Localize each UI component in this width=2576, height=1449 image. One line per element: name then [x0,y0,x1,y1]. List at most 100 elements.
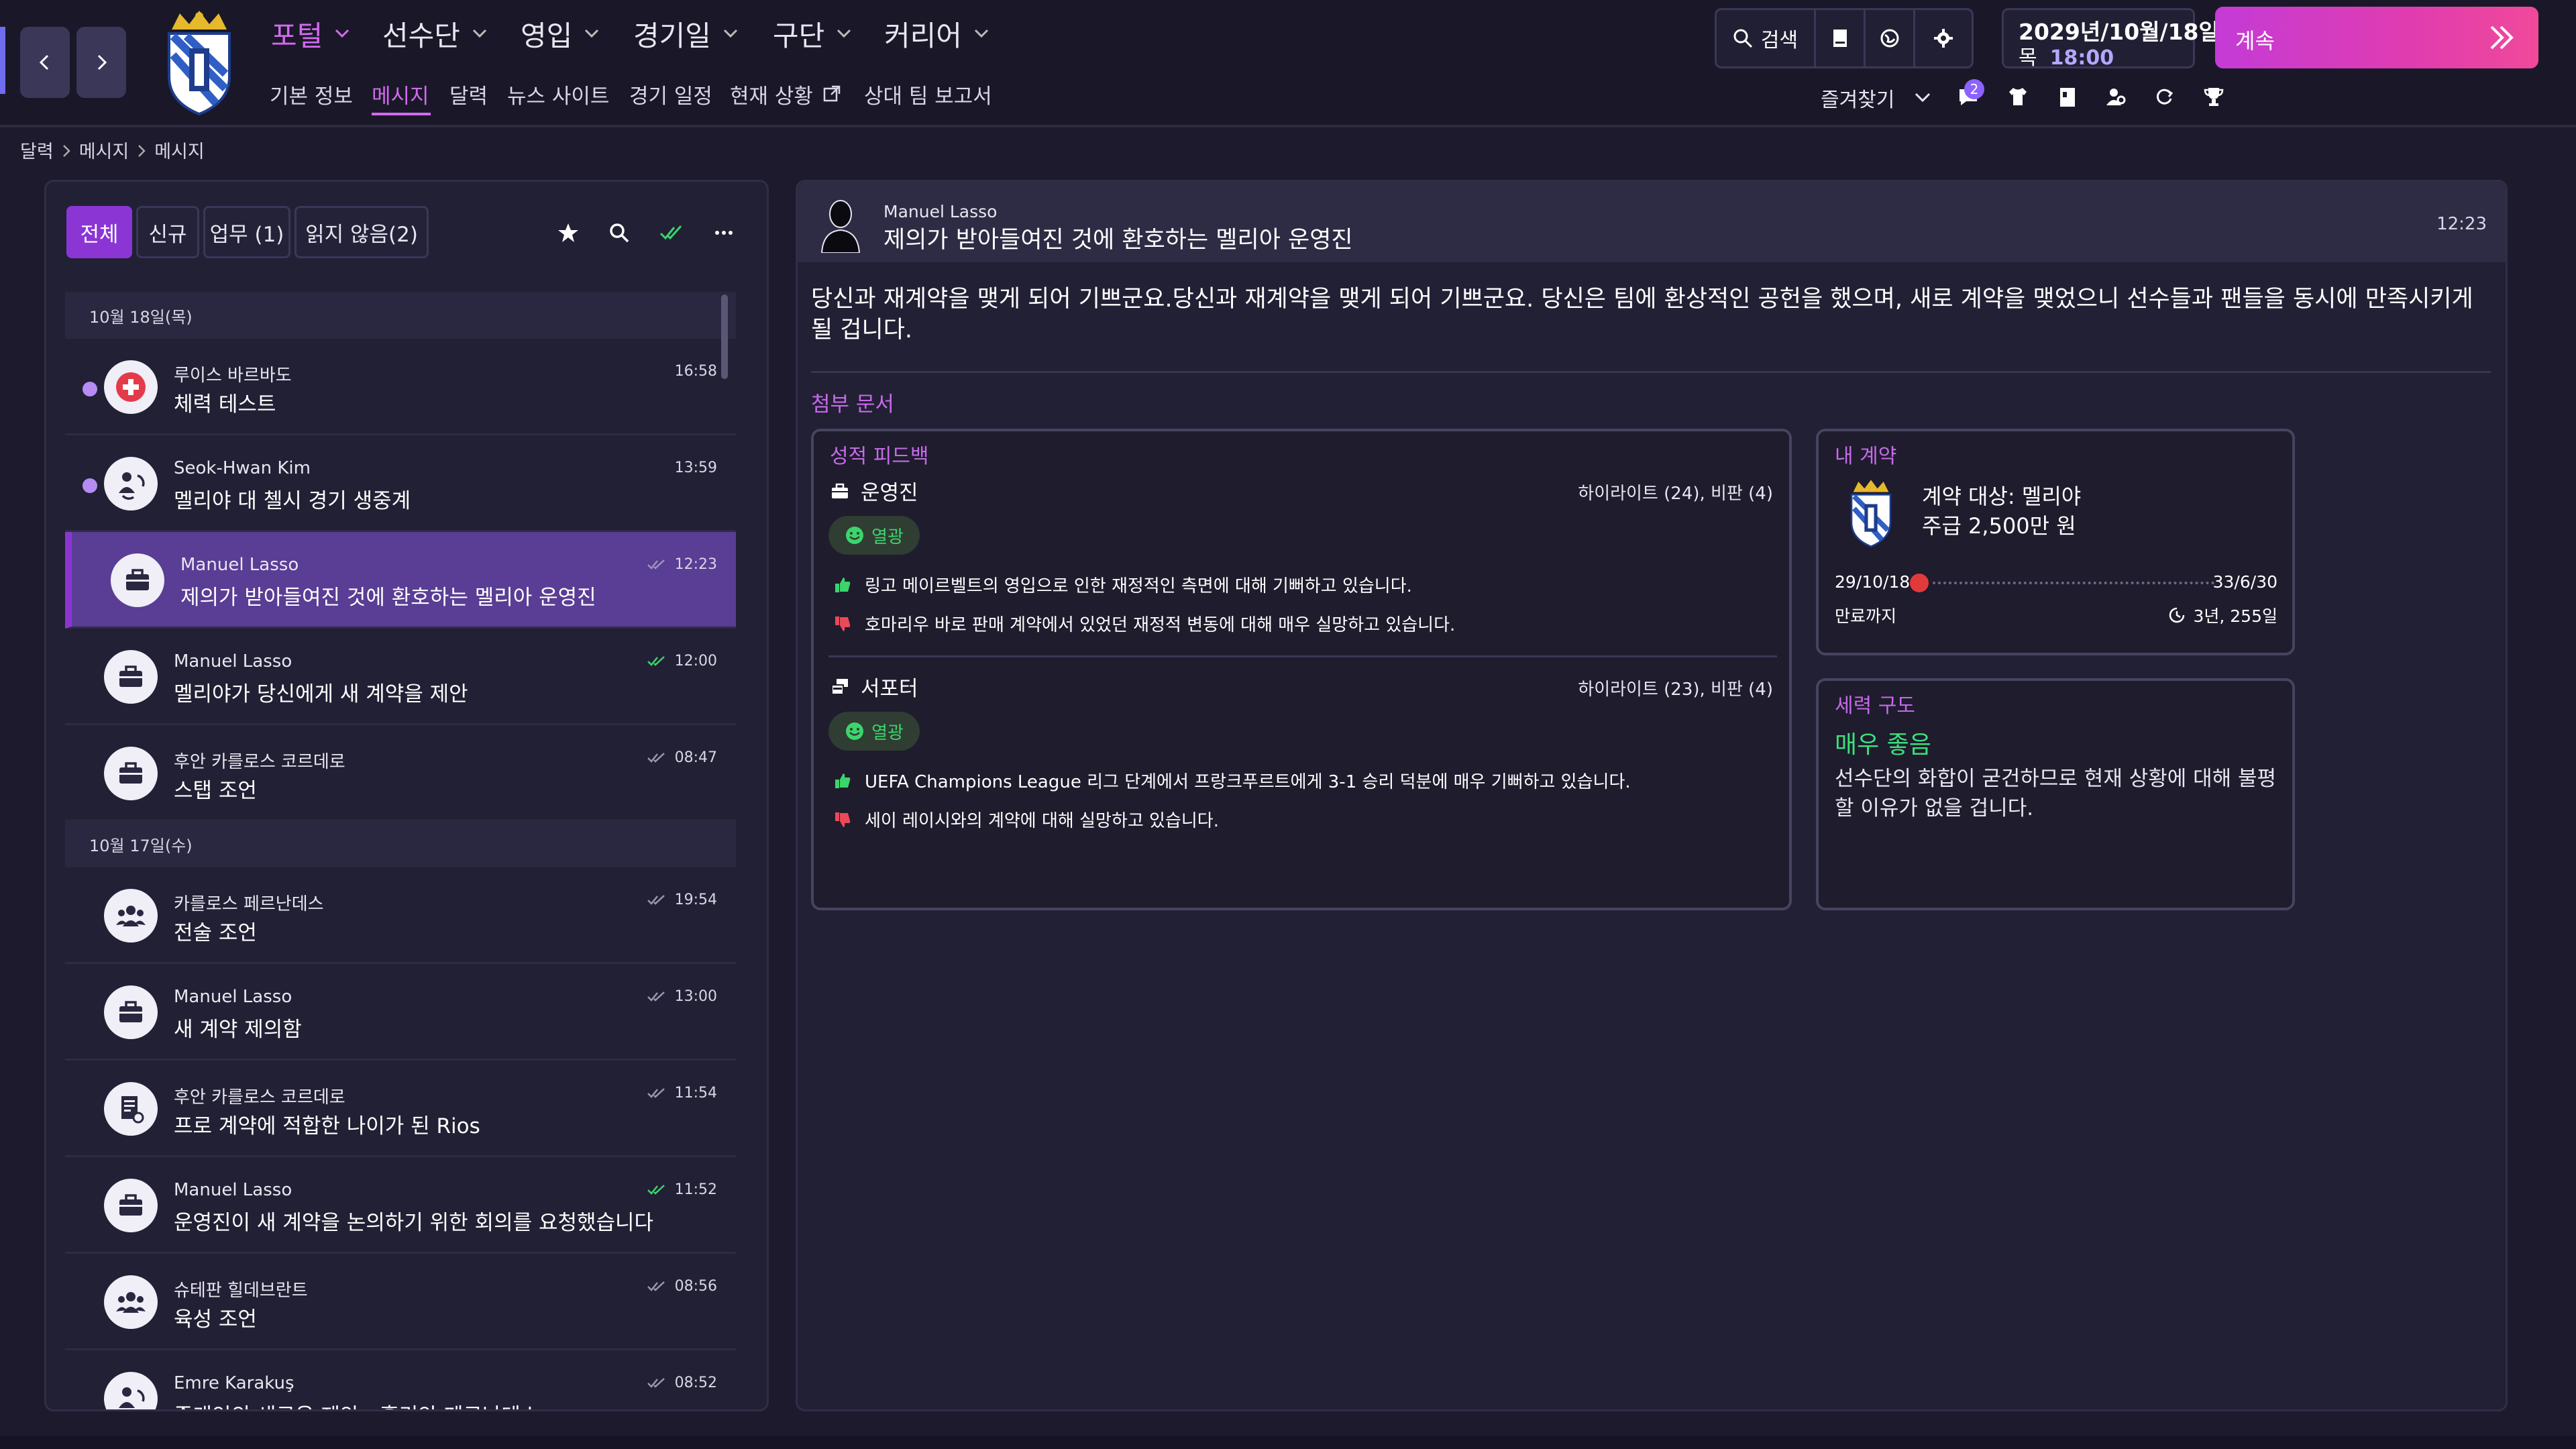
contract-start-date: 29/10/18 [1835,572,1911,592]
contract-club: 계약 대상: 멜리야 [1922,484,2082,509]
message-row[interactable]: 후안 카를로스 코르데로 프로 계약에 적합한 나이가 된 Rios 11:54 [65,1061,736,1157]
read-check-icon [647,1087,665,1098]
attachments-title: 첨부 문서 [811,392,894,417]
message-subject: 새 계약 제의함 [174,1018,302,1042]
message-time: 13:59 [674,460,717,476]
menu-label: 영입 [521,19,573,52]
read-check-icon [647,752,665,763]
message-row[interactable]: 루이스 바르바도 체력 테스트 16:58 [65,339,736,435]
avatar [104,1082,158,1136]
kit-shortcut[interactable] [2003,82,2033,111]
chevron-down-icon [723,29,737,38]
breadcrumb-item[interactable]: 메시지 [79,137,129,163]
remaining-time: 3년, 255일 [2193,606,2277,626]
message-row[interactable]: Seok-Hwan Kim 멜리야 대 첼시 경기 생중계 13:59 [65,435,736,532]
day-header: 10월 18일(목) [65,292,736,339]
submenu-opposition-report[interactable]: 상대 팀 보고서 [864,79,992,109]
more-options-icon[interactable] [710,219,737,246]
message-detail-panel: Manuel Lasso 제의가 받아들여진 것에 환호하는 멜리아 운영진 1… [796,180,2508,1411]
menu-matchday[interactable]: 경기일 [633,13,738,54]
message-row[interactable]: 후안 카를로스 코르데로 스탭 조언 08:47 [65,725,736,822]
message-row[interactable]: 슈테판 힐데브란트 육성 조언 08:56 [65,1254,736,1350]
briefcase-icon [119,665,142,687]
card-title: 내 계약 [1835,445,1897,468]
continue-button[interactable]: 계속 [2215,7,2538,68]
refresh-shortcut[interactable] [2149,82,2179,111]
menu-portal[interactable]: 포털 [271,13,350,54]
contract-timeline [1933,582,2214,584]
notebook-button[interactable] [1816,10,1866,66]
staff-icon [119,472,145,500]
chevron-down-icon [335,29,350,38]
favorites-label[interactable]: 즐겨찾기 [1821,83,1894,113]
my-contract-card[interactable]: 내 계약 계약 대상: 멜리야 주급 2,500만 원 29/10/18 33/… [1816,429,2295,655]
finances-shortcut[interactable] [2053,82,2082,111]
feedback-text: UEFA Champions League 리그 단계에서 프랑크푸르트에게 3… [865,772,1631,792]
briefcase-icon [119,1001,142,1022]
briefcase-icon [119,762,142,784]
search-button[interactable]: 검색 [1717,10,1816,66]
submenu-overview[interactable]: 기본 정보 [270,79,353,109]
message-subject: 제의가 받아들여진 것에 환호하는 멜리아 운영진 [180,586,596,610]
shirt-icon [2009,88,2027,105]
back-button[interactable] [20,27,70,98]
date-display[interactable]: 2029년/10월/18일 목 18:00 [2002,8,2219,70]
day-header: 10월 17일(수) [65,820,736,867]
forward-button[interactable] [76,27,126,98]
unread-indicator [83,478,97,493]
feedback-text: 세이 레이시와의 계약에 대해 실망하고 있습니다. [865,811,1219,831]
message-row[interactable]: Emre Karakuş 중개인의 새로운 제안 - 훌리안 페르난데스 08:… [65,1350,736,1409]
dynamics-card[interactable]: 세력 구도 매우 좋음 선수단의 화합이 굳건하므로 현재 상황에 대해 불평할… [1816,678,2295,910]
submenu-messages[interactable]: 메시지 [372,79,429,109]
search-icon[interactable] [606,219,633,246]
menu-recruitment[interactable]: 영입 [521,13,599,54]
tab-new[interactable]: 신규 [136,206,199,258]
message-row[interactable]: Manuel Lasso 운영진이 새 계약을 논의하기 위한 회의를 요청했습… [65,1157,736,1254]
submenu-status[interactable]: 현재 상황 [730,79,841,109]
feedback-counts: 하이라이트 (24), 비판 (4) [1578,484,1773,504]
trophy-shortcut[interactable] [2199,82,2229,111]
message-sender: Manuel Lasso [174,987,292,1007]
staff-shortcut[interactable] [2101,82,2131,111]
avatar [111,553,164,607]
tab-all[interactable]: 전체 [66,206,132,258]
message-row-selected[interactable]: Manuel Lasso 제의가 받아들여진 것에 환호하는 멜리아 운영진 1… [65,532,736,629]
happy-face-icon [846,527,864,544]
message-sender: 슈테판 힐데브란트 [174,1281,308,1301]
submenu-fixtures[interactable]: 경기 일정 [629,79,712,109]
submenu-calendar[interactable]: 달력 [449,79,488,109]
message-subject: 체력 테스트 [174,392,276,417]
replied-check-icon [647,1184,665,1195]
club-crest-icon[interactable] [160,9,239,115]
message-row[interactable]: Manuel Lasso 멜리야가 당신에게 새 계약을 제안 12:00 [65,629,736,725]
sender-silhouette-icon[interactable] [819,197,862,253]
current-time: 18:00 [2049,46,2114,70]
mark-all-read-icon[interactable] [658,219,685,246]
star-icon[interactable] [555,219,582,246]
message-time-wrap: 08:56 [647,1278,717,1295]
tab-tasks[interactable]: 업무 (1) [203,206,290,258]
menu-label: 경기일 [633,19,711,52]
avatar [104,985,158,1039]
breadcrumb-item[interactable]: 달력 [20,137,54,163]
world-button[interactable] [1866,10,1915,66]
tab-unread[interactable]: 읽지 않음(2) [294,206,429,258]
message-row[interactable]: 카를로스 페르난데스 전술 조언 19:54 [65,867,736,964]
feedback-counts: 하이라이트 (23), 비판 (4) [1578,680,1773,700]
submenu-news[interactable]: 뉴스 사이트 [507,79,609,109]
detail-sender[interactable]: Manuel Lasso [883,202,997,221]
trophy-icon [2204,88,2224,106]
mood-label: 열광 [871,527,904,547]
expiry-label: 만료까지 [1835,606,1897,626]
feedback-text: 링고 메이르벨트의 영입으로 인한 재정적인 측면에 대해 기뻐하고 있습니다. [865,576,1412,596]
toolbar-group: 검색 [1715,8,1974,68]
menu-career[interactable]: 커리어 [884,13,989,54]
settings-button[interactable] [1915,10,1972,66]
feedback-group-name: 운영진 [861,481,918,505]
message-row[interactable]: Manuel Lasso 새 계약 제의함 13:00 [65,964,736,1061]
bottom-strip [0,1436,2576,1449]
menu-squad[interactable]: 선수단 [382,13,487,54]
chevron-down-icon[interactable] [1915,93,1931,103]
menu-club[interactable]: 구단 [773,13,851,54]
list-scrollbar[interactable] [721,294,728,379]
